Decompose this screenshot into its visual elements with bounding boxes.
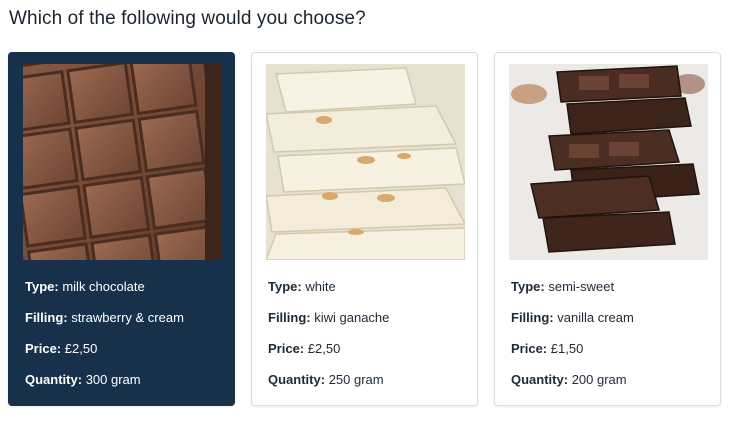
white-chocolate-pieces-photo	[266, 64, 465, 260]
choice-cards: Type: milk chocolate Filling: strawberry…	[0, 0, 736, 425]
type-row: Type: semi-sweet	[511, 279, 615, 294]
type-row: Type: milk chocolate	[25, 279, 145, 294]
type-row: Type: white	[268, 279, 336, 294]
filling-row: Filling: strawberry & cream	[25, 310, 184, 325]
quantity-row: Quantity: 250 gram	[268, 372, 384, 387]
filling-row: Filling: vanilla cream	[511, 310, 634, 325]
price-row: Price: £2,50	[268, 341, 341, 356]
dark-chocolate-stack-photo	[509, 64, 708, 260]
quantity-row: Quantity: 300 gram	[25, 372, 141, 387]
price-row: Price: £2,50	[25, 341, 98, 356]
option-details: Type: semi-sweet Filling: vanilla cream …	[511, 279, 712, 403]
option-card-semi-sweet[interactable]: Type: semi-sweet Filling: vanilla cream …	[494, 52, 721, 406]
price-row: Price: £1,50	[511, 341, 584, 356]
option-card-white[interactable]: Type: white Filling: kiwi ganache Price:…	[251, 52, 478, 406]
quantity-row: Quantity: 200 gram	[511, 372, 627, 387]
option-details: Type: white Filling: kiwi ganache Price:…	[268, 279, 469, 403]
filling-row: Filling: kiwi ganache	[268, 310, 390, 325]
option-details: Type: milk chocolate Filling: strawberry…	[25, 279, 226, 403]
milk-chocolate-bar-photo	[23, 64, 222, 260]
option-card-milk-chocolate[interactable]: Type: milk chocolate Filling: strawberry…	[8, 52, 235, 406]
